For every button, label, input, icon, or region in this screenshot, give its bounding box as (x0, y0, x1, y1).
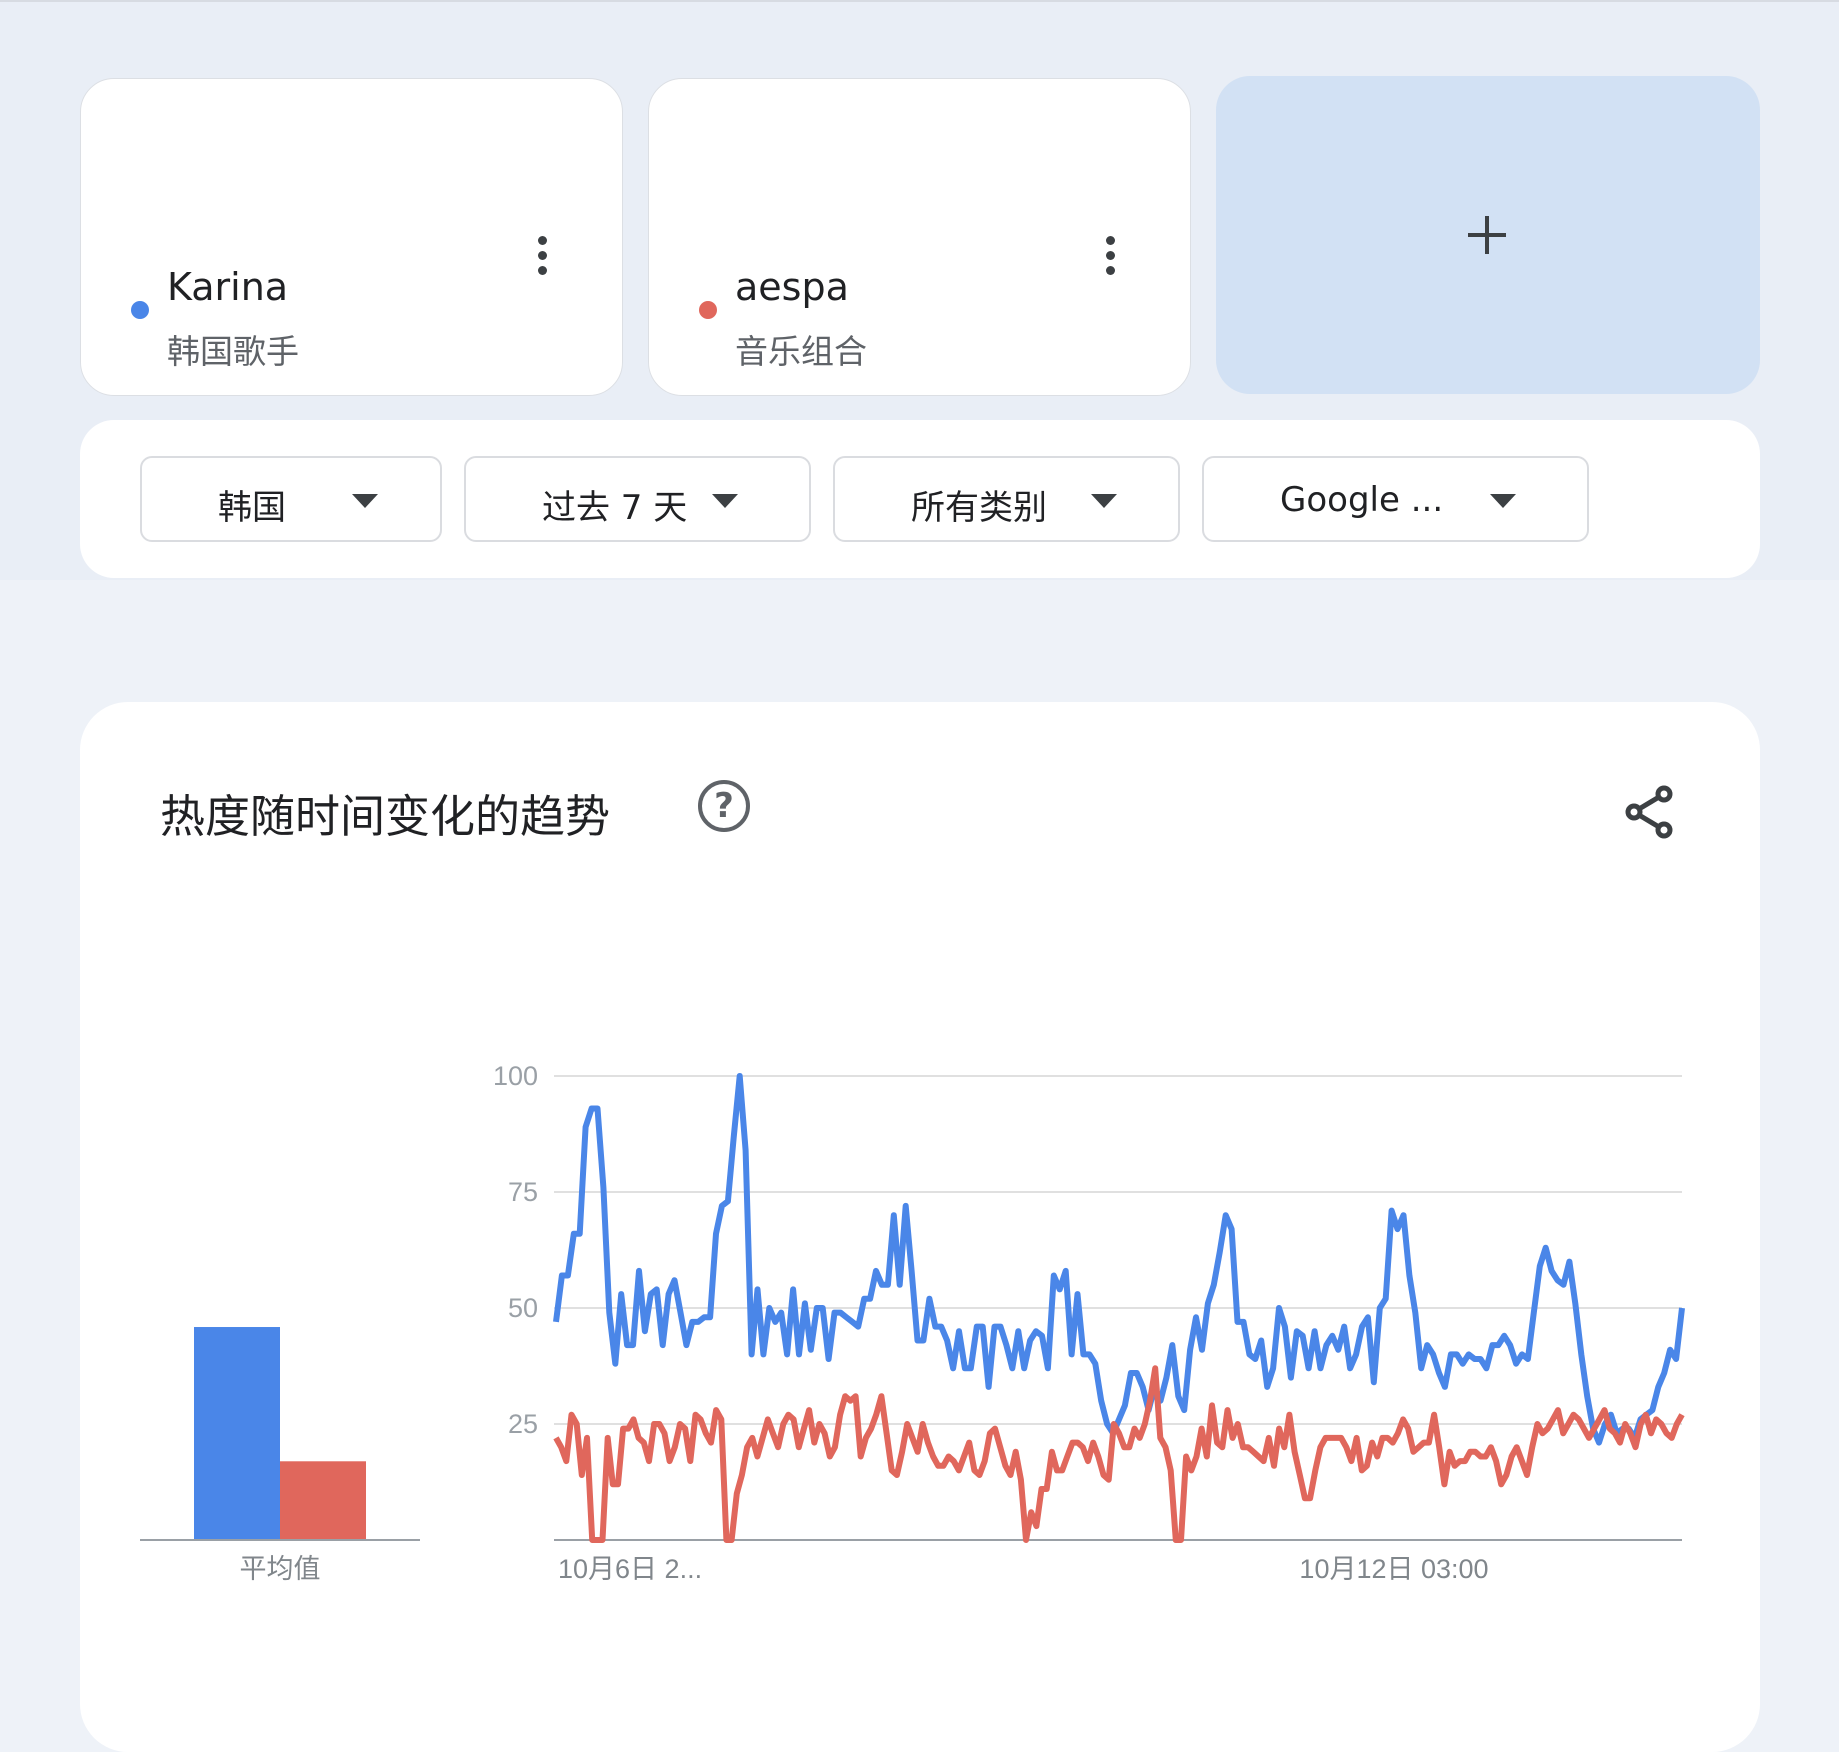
y-tick-label: 50 (508, 1293, 538, 1323)
category-label: 所有类别 (911, 488, 1047, 528)
chevron-down-icon (1490, 494, 1516, 508)
interest-over-time-panel: 热度随时间变化的趋势 ? 平均值 25 50 75 100 10月6日 2... 10月1… (80, 702, 1760, 1752)
search-property-label: Google ... (1280, 480, 1444, 520)
term-category: 音乐组合 (735, 332, 867, 371)
average-bar-aespa (280, 1461, 366, 1540)
term-card-karina[interactable]: Karina 韩国歌手 (80, 78, 623, 396)
add-term-button[interactable] (1216, 76, 1760, 394)
chevron-down-icon (352, 494, 378, 508)
filter-bar: 韩国 过去 7 天 所有类别 Google ... (80, 420, 1760, 578)
chevron-down-icon (1091, 494, 1117, 508)
series-line-karina (553, 1073, 1685, 1446)
y-tick-label: 75 (508, 1177, 538, 1207)
more-vert-icon[interactable] (522, 215, 562, 295)
x-tick-label: 10月6日 2... (558, 1554, 702, 1584)
series-color-dot (131, 301, 149, 319)
time-range-label: 过去 7 天 (542, 488, 688, 528)
plus-icon (1468, 216, 1506, 254)
y-tick-label: 25 (508, 1409, 538, 1439)
x-tick-label: 10月12日 03:00 (1299, 1554, 1488, 1584)
series-line-aespa (553, 1365, 1685, 1543)
region-label: 韩国 (218, 488, 286, 528)
region-dropdown[interactable]: 韩国 (140, 456, 442, 542)
average-bar-karina (194, 1327, 280, 1540)
time-range-dropdown[interactable]: 过去 7 天 (464, 456, 811, 542)
more-vert-icon[interactable] (1090, 215, 1130, 295)
average-label: 平均值 (240, 1554, 321, 1584)
category-dropdown[interactable]: 所有类别 (833, 456, 1180, 542)
term-name: Karina (167, 265, 289, 309)
series-color-dot (699, 301, 717, 319)
average-bar-chart: 平均值 (140, 1327, 420, 1584)
y-tick-label: 100 (493, 1061, 538, 1091)
term-card-aespa[interactable]: aespa 音乐组合 (648, 78, 1191, 396)
search-property-dropdown[interactable]: Google ... (1202, 456, 1589, 542)
term-name: aespa (735, 265, 849, 309)
chevron-down-icon (712, 494, 738, 508)
line-chart: 25 50 75 100 10月6日 2... 10月12日 03:00 (493, 1061, 1685, 1584)
trend-chart: 平均值 25 50 75 100 10月6日 2... 10月12日 03:00 (140, 1061, 1685, 1584)
term-category: 韩国歌手 (167, 332, 299, 371)
